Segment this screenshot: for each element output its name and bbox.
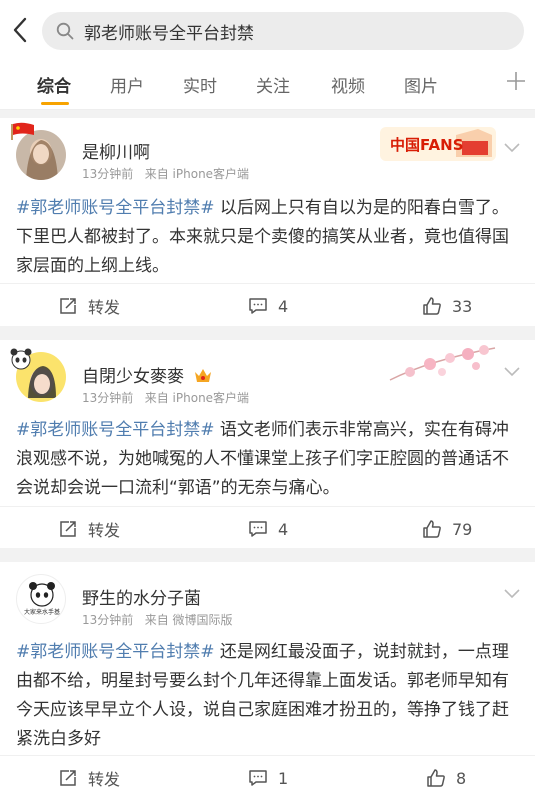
search-icon [56,22,74,40]
avatar-caption: 大家来水手基 [23,609,60,616]
thumbs-up-icon [423,297,441,315]
thumbs-up-icon [423,520,441,538]
repost-icon [60,298,76,314]
post-source: 来自 iPhone客户端 [144,391,250,405]
tab-users[interactable]: 用户 [110,72,144,97]
like-count: 8 [456,768,467,788]
post-actions: 转发 4 79 [0,506,535,550]
post-meta: 13分钟前 来自 微博国际版 [82,611,233,628]
comment-count: 1 [278,768,289,788]
repost-button[interactable]: 转发 [58,767,120,789]
crown-badge-icon [195,369,212,382]
repost-icon [60,770,76,786]
top-bar [0,0,535,60]
active-tab-indicator [41,102,69,105]
chevron-down-icon[interactable] [503,366,521,378]
repost-label: 转发 [88,521,121,540]
thumbs-up-icon [427,769,445,787]
post-text: #郭老师账号全平台封禁# 语文老师们表示非常高兴，实在有碍冲浪观感不说，为她喊冤… [16,416,521,503]
tab-video[interactable]: 视频 [331,72,365,97]
comment-button[interactable]: 4 [248,518,288,540]
post-source: 来自 微博国际版 [144,613,233,627]
tab-all[interactable]: 综合 [37,72,71,97]
post-card[interactable]: 大家来水手基 野生的水分子菌 13分钟前 来自 微博国际版 #郭老师账号全平台封… [0,562,535,800]
panda-icon [10,348,32,370]
tab-realtime[interactable]: 实时 [183,72,217,97]
add-tab-icon[interactable] [505,70,527,92]
repost-button[interactable]: 转发 [58,518,120,540]
post-time: 13分钟前 [82,167,134,181]
repost-icon [60,521,76,537]
comment-icon [249,298,267,314]
hashtag-link[interactable]: #郭老师账号全平台封禁# [16,642,215,662]
comment-button[interactable]: 4 [248,295,288,317]
post-time: 13分钟前 [82,613,134,627]
like-button[interactable]: 79 [422,518,472,540]
comment-count: 4 [278,296,289,316]
username-text: 自閉少女麥麥 [82,367,184,387]
tab-bar: 综合 用户 实时 关注 视频 图片 [0,60,535,110]
flag-icon [11,122,34,140]
post-card[interactable]: 自閉少女麥麥 13分钟前 来自 iPhone客户端 #郭老师账号全平台封禁# 语… [0,340,535,548]
tab-following[interactable]: 关注 [256,72,290,97]
hashtag-link[interactable]: #郭老师账号全平台封禁# [16,420,215,440]
post-text: #郭老师账号全平台封禁# 还是网红最没面子，说封就封，一点理由都不给，明星封号要… [16,638,521,754]
like-button[interactable]: 33 [422,295,472,317]
post-actions: 转发 4 33 [0,283,535,327]
repost-label: 转发 [88,298,121,317]
like-count: 33 [452,296,473,316]
like-count: 79 [452,519,473,539]
repost-label: 转发 [88,770,121,789]
post-meta: 13分钟前 来自 iPhone客户端 [82,389,249,406]
chevron-down-icon[interactable] [503,142,521,154]
post-source: 来自 iPhone客户端 [144,167,250,181]
hashtag-link[interactable]: #郭老师账号全平台封禁# [16,198,215,218]
like-button[interactable]: 8 [426,767,466,789]
badge-text: 中国FANS [390,136,464,154]
post-card[interactable]: 是柳川啊 13分钟前 来自 iPhone客户端 中国FANS #郭老师账号全平台… [0,118,535,326]
repost-button[interactable]: 转发 [58,295,120,317]
post-text: #郭老师账号全平台封禁# 以后网上只有自以为是的阳春白雪了。下里巴人都被封了。本… [16,194,521,281]
username[interactable]: 是柳川啊 [82,138,150,163]
comment-button[interactable]: 1 [248,767,288,789]
comment-icon [249,770,267,786]
cherry-blossom-decoration [389,345,496,381]
post-actions: 转发 1 8 [0,755,535,799]
search-input[interactable] [84,12,504,50]
chevron-down-icon[interactable] [503,588,521,600]
back-arrow-icon[interactable] [10,16,30,44]
post-time: 13分钟前 [82,391,134,405]
username[interactable]: 自閉少女麥麥 [82,362,213,387]
post-meta: 13分钟前 来自 iPhone客户端 [82,165,249,182]
search-box[interactable] [42,12,524,50]
comment-icon [249,521,267,537]
avatar[interactable]: 大家来水手基 [16,574,66,624]
tab-pictures[interactable]: 图片 [404,72,438,97]
username[interactable]: 野生的水分子菌 [82,584,201,609]
comment-count: 4 [278,519,289,539]
china-fans-badge: 中国FANS [378,123,498,165]
